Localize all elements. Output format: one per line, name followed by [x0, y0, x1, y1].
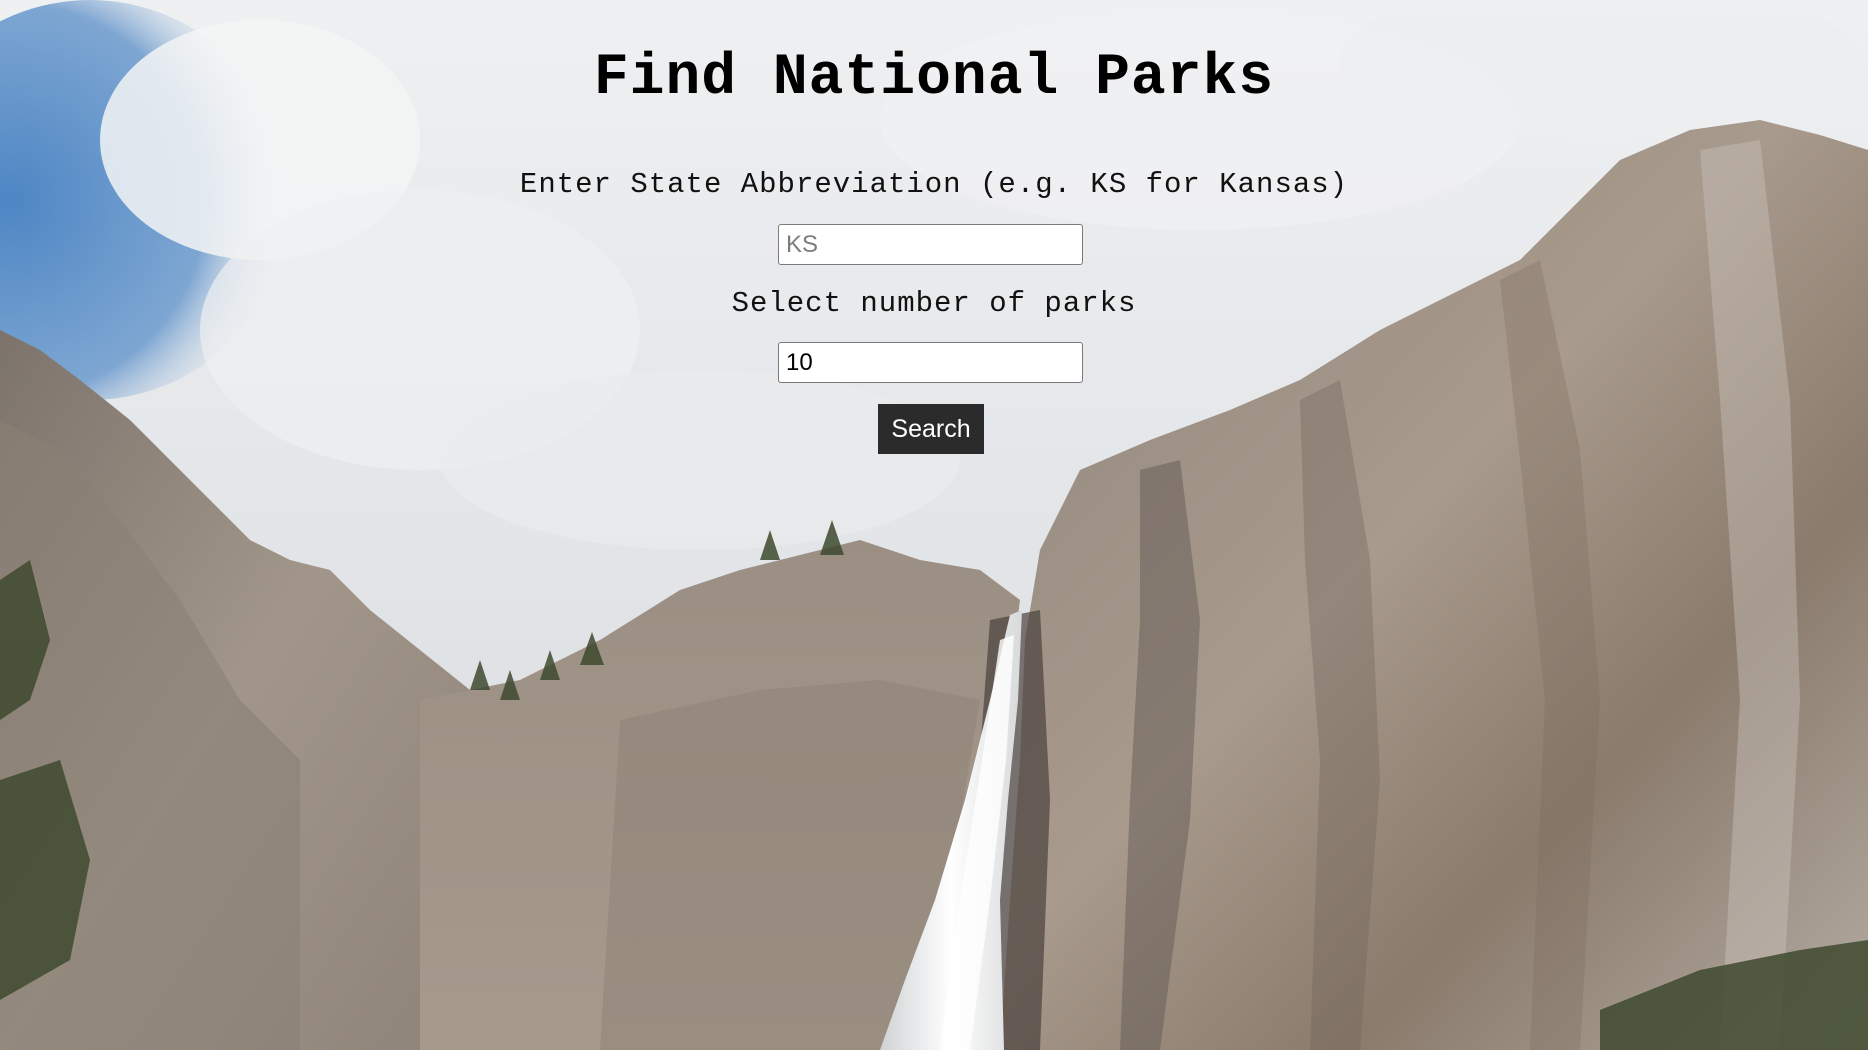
state-abbreviation-label: Enter State Abbreviation (e.g. KS for Ka…: [519, 168, 1349, 201]
search-button[interactable]: Search: [878, 404, 984, 454]
park-count-input[interactable]: [778, 342, 1083, 383]
background-photo-yosemite-falls: [0, 0, 1868, 1050]
state-abbreviation-input[interactable]: [778, 224, 1083, 265]
landscape-illustration: [0, 0, 1868, 1050]
park-count-label: Select number of parks: [731, 287, 1137, 320]
page-title: Find National Parks: [593, 46, 1275, 111]
